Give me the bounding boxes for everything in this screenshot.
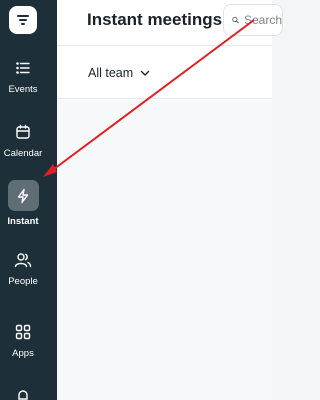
sidebar-item-label: Instant [7,216,39,227]
sidebar-item-apps[interactable]: Apps [0,322,46,359]
filter-bar: All team [57,46,272,99]
sidebar-item-instant[interactable]: Instant [0,180,46,227]
search-placeholder: Search [243,13,282,27]
chevron-down-icon [140,70,150,76]
bell-icon [13,386,33,400]
sidebar-item-calendar[interactable]: Calendar [0,122,46,159]
team-filter-dropdown[interactable]: All team [88,66,150,80]
search-input[interactable]: Search [223,4,283,36]
main-content: Instant meetings Search All team [57,0,283,400]
search-icon [232,16,239,24]
calendar-icon [13,122,33,142]
active-item-highlight [7,180,39,211]
grid-icon [13,322,33,342]
people-icon [13,250,33,270]
app-logo[interactable] [9,6,37,34]
sidebar-item-people[interactable]: People [0,250,46,287]
content-area [57,100,272,400]
page-title: Instant meetings [87,10,223,29]
sidebar-item-events[interactable]: Events [0,58,46,95]
sidebar-item-label: People [8,276,38,287]
sidebar-item-label: Apps [12,348,34,359]
sidebar-item-notifications[interactable] [0,386,46,400]
top-bar: Instant meetings Search [57,0,283,46]
lightning-icon [13,186,33,206]
sidebar-item-label: Events [8,84,38,95]
logo-icon [17,15,29,25]
team-filter-label: All team [88,66,134,80]
sidebar-item-label: Calendar [3,148,43,159]
list-icon [13,58,33,78]
sidebar: Events Calendar Instant People Apps [0,0,57,400]
